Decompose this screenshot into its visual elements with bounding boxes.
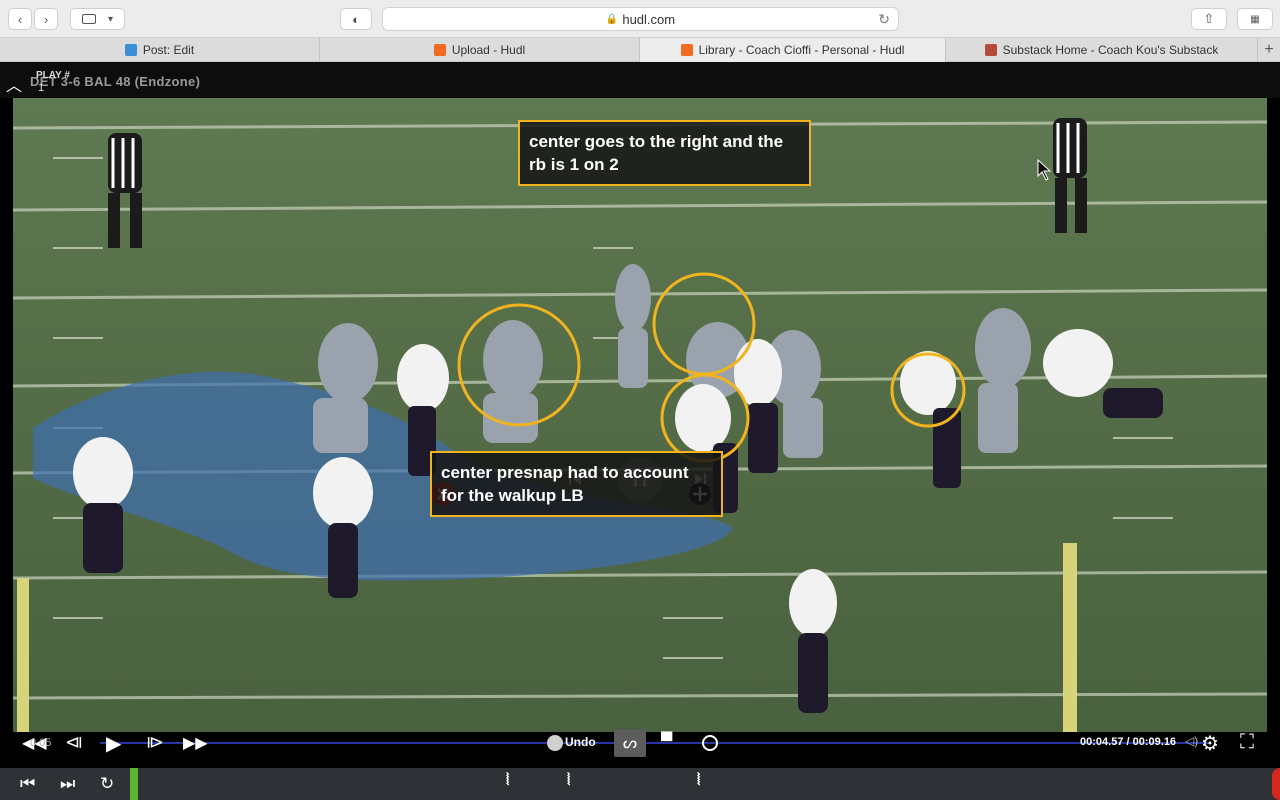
grid-icon: ▦ xyxy=(1250,13,1260,25)
timeline-track[interactable] xyxy=(100,742,1210,744)
repeat-icon[interactable]: ↻ xyxy=(100,774,114,794)
share-button[interactable]: ⇧ xyxy=(1191,8,1227,30)
move-annotation-icon[interactable] xyxy=(688,482,712,506)
address-bar[interactable]: 🔒 hudl.com ↻ xyxy=(382,7,899,31)
volume-icon[interactable]: ◁) xyxy=(1185,734,1198,748)
timeline-knob[interactable] xyxy=(547,735,564,751)
tab-bar: Post: Edit Upload - Hudl Library - Coach… xyxy=(0,38,1280,62)
chevron-right-icon: › xyxy=(43,11,49,27)
circle-tool-icon[interactable] xyxy=(702,735,718,751)
clip-bar: ⏮ ⏭ ↻ xyxy=(0,768,1280,800)
plus-icon: + xyxy=(1264,40,1274,58)
forward-button[interactable]: › xyxy=(34,8,58,30)
play-header: ︿ DET 3-6 BAL 48 (Endzone) PLAY # 1 xyxy=(0,62,1280,98)
tab-label: Upload - Hudl xyxy=(451,43,526,57)
substack-favicon-icon xyxy=(984,44,997,56)
play-number: 1 xyxy=(38,82,45,94)
next-clip-icon[interactable]: ⏭ xyxy=(60,774,75,794)
collapse-chevron-icon[interactable]: ︿ xyxy=(6,72,22,96)
new-tab-button[interactable]: + xyxy=(1258,38,1280,61)
share-icon: ⇧ xyxy=(1203,11,1215,26)
drawing-marker-icon[interactable]: ⦚ xyxy=(567,772,570,790)
privacy-button[interactable]: ◐ xyxy=(340,8,372,30)
step-forward-icon[interactable]: ⧐ xyxy=(146,732,164,753)
tab-label: Post: Edit xyxy=(142,43,195,57)
gear-icon[interactable]: ⚙ xyxy=(1201,731,1219,756)
post-favicon-icon xyxy=(124,44,137,56)
url-text: hudl.com xyxy=(622,11,676,27)
tab-label: Library - Coach Cioffi - Personal - Hudl xyxy=(698,43,905,57)
tab-substack-home[interactable]: Substack Home - Coach Kou's Substack xyxy=(946,38,1258,62)
clip-start-marker[interactable] xyxy=(130,768,138,800)
tab-upload-hudl[interactable]: Upload - Hudl xyxy=(320,38,640,62)
tab-label: Substack Home - Coach Kou's Substack xyxy=(1002,43,1219,57)
speed-label: 0.05 xyxy=(30,737,52,749)
chevron-down-icon: ▾ xyxy=(107,13,114,25)
video-player: ︿ DET 3-6 BAL 48 (Endzone) PLAY # 1 cent… xyxy=(0,62,1280,768)
sidebar-button[interactable]: ▾ xyxy=(70,8,125,30)
play-label: PLAY # xyxy=(36,70,70,81)
reload-icon[interactable]: ↻ xyxy=(878,11,890,28)
step-back-icon[interactable]: ⧏ xyxy=(65,732,83,753)
fast-forward-icon[interactable]: ▶▶ xyxy=(183,733,208,753)
time-current: 00:04.57 xyxy=(1080,736,1124,748)
drawing-marker-icon[interactable]: ⦚ xyxy=(697,772,700,790)
comment-icon[interactable]: ▀ xyxy=(661,733,672,751)
chevron-left-icon: ‹ xyxy=(17,11,23,27)
drawing-marker-icon[interactable]: ⦚ xyxy=(506,772,509,790)
draw-tool-button[interactable]: ᔕ xyxy=(614,729,646,757)
sidebar-icon xyxy=(81,14,96,24)
annotation-top[interactable]: center goes to the right and the rb is 1… xyxy=(518,120,811,186)
time-readout: 00:04.57 / 00:09.16 xyxy=(1080,736,1177,748)
back-button[interactable]: ‹ xyxy=(8,8,32,30)
hudl-favicon-icon xyxy=(680,44,693,56)
lock-icon: 🔒 xyxy=(605,13,619,25)
shield-icon: ◐ xyxy=(352,11,360,27)
browser-toolbar: ‹ › ▾ ◐ 🔒 hudl.com ↻ ⇧ ▦ xyxy=(0,0,1280,38)
play-icon[interactable]: ▶ xyxy=(106,731,121,756)
video-frame[interactable]: center goes to the right and the rb is 1… xyxy=(13,98,1267,732)
undo-button[interactable]: Undo xyxy=(565,735,596,749)
field-drawing xyxy=(13,118,1267,732)
hudl-favicon-icon xyxy=(433,44,446,56)
annotation-bottom[interactable]: center presnap had to account for the wa… xyxy=(430,451,723,517)
tab-library-hudl[interactable]: Library - Coach Cioffi - Personal - Hudl xyxy=(640,38,946,62)
time-total: 00:09.16 xyxy=(1132,736,1177,748)
tab-post-edit[interactable]: Post: Edit xyxy=(0,38,320,62)
previous-clip-icon[interactable]: ⏮ xyxy=(20,774,35,794)
delete-annotation-icon[interactable] xyxy=(431,482,455,506)
fullscreen-icon[interactable]: ⛶ xyxy=(1240,731,1254,754)
tab-overview-button[interactable]: ▦ xyxy=(1237,8,1273,30)
clip-end-marker[interactable] xyxy=(1272,768,1280,800)
pen-icon: ᔕ xyxy=(622,735,638,752)
